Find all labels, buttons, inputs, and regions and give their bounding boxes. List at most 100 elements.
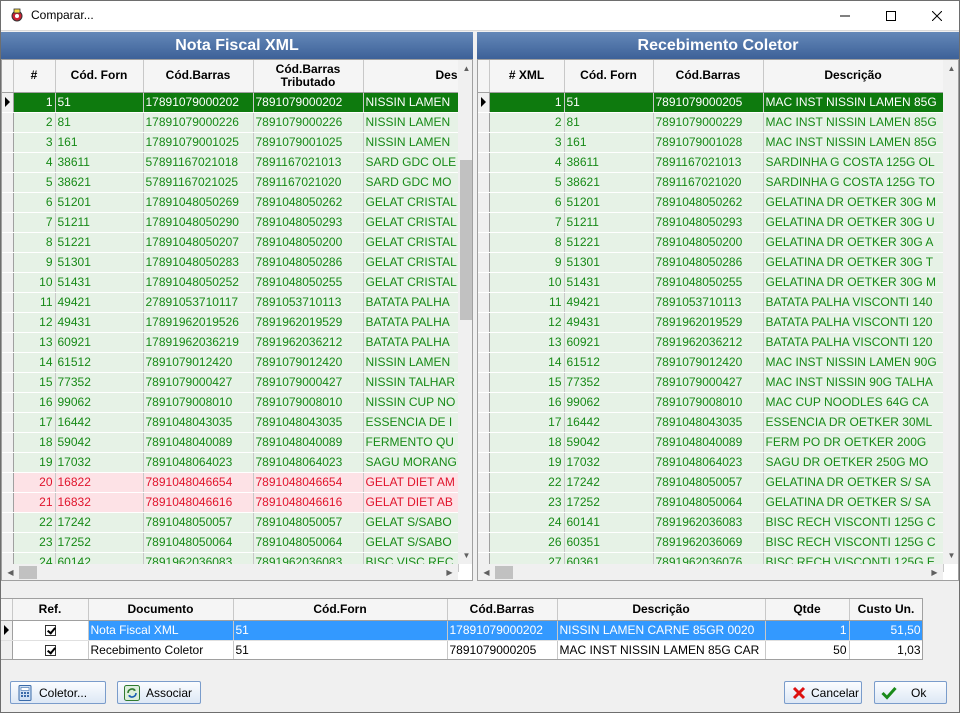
- bottom-col-documento[interactable]: Documento: [88, 599, 234, 621]
- table-row[interactable]: 3 161 17891079001025 7891079001025 NISSIN LA…: [2, 132, 459, 153]
- table-row[interactable]: 11 49421 27891053710117 7891053710113 BATATA…: [2, 292, 459, 313]
- table-row[interactable]: 18 59042 7891048040089 7891048040089 FERMENT…: [2, 432, 459, 453]
- right-horizontal-scrollbar[interactable]: ◀ ▶: [478, 564, 943, 580]
- bottom-col-ref[interactable]: Ref.: [12, 599, 89, 621]
- table-row[interactable]: Recebimento Coletor 51 7891079000205 MAC IN…: [1, 640, 922, 659]
- row-indicator[interactable]: [478, 432, 490, 453]
- scroll-up-icon[interactable]: ▲: [458, 60, 472, 77]
- table-row[interactable]: 15 77352 7891079000427 7891079000427 NISSIN …: [2, 372, 459, 393]
- table-row[interactable]: 13 60921 17891962036219 7891962036212 BATATA…: [2, 332, 459, 353]
- table-row[interactable]: 23 17252 7891048050064 7891048050064 GELAT S…: [2, 532, 459, 553]
- bottom-col-custo[interactable]: Custo Un.: [849, 599, 922, 621]
- scroll-right-icon[interactable]: ▶: [441, 564, 458, 580]
- table-row[interactable]: 19 17032 7891048064023 7891048064023 SAGU MO…: [2, 452, 459, 473]
- table-row[interactable]: 1 51 17891079000202 7891079000202 NISSIN LAM…: [2, 92, 459, 113]
- table-row[interactable]: 22 17242 7891048050057 7891048050057 GELAT S…: [2, 512, 459, 533]
- row-indicator[interactable]: [2, 452, 14, 473]
- right-grid[interactable]: # XML Cód. Forn Cód.Barras Descrição 1 51…: [477, 59, 959, 581]
- row-indicator[interactable]: [478, 232, 490, 253]
- row-indicator[interactable]: [2, 172, 14, 193]
- table-row[interactable]: 4 38611 57891167021018 7891167021013 SARD GD…: [2, 152, 459, 173]
- row-indicator[interactable]: [478, 492, 490, 513]
- row-indicator[interactable]: [2, 532, 14, 553]
- table-row[interactable]: 5 38621 57891167021025 7891167021020 SARD GD…: [2, 172, 459, 193]
- left-vertical-scrollbar[interactable]: ▲ ▼: [458, 60, 472, 564]
- table-row[interactable]: 17 16442 7891048043035 7891048043035 ESSENCI…: [2, 412, 459, 433]
- row-indicator[interactable]: [2, 232, 14, 253]
- left-col-barras-tributado[interactable]: Cód.Barras Tributado: [253, 60, 364, 93]
- row-indicator[interactable]: [2, 252, 14, 273]
- row-indicator[interactable]: [478, 512, 490, 533]
- maximize-button[interactable]: [868, 0, 914, 31]
- left-col-num[interactable]: #: [13, 60, 56, 93]
- left-col-barras[interactable]: Cód.Barras: [143, 60, 254, 93]
- left-horizontal-scrollbar[interactable]: ◀ ▶: [2, 564, 458, 580]
- right-hscroll-thumb[interactable]: [495, 566, 513, 579]
- ok-button[interactable]: Ok: [874, 681, 947, 704]
- row-indicator[interactable]: [478, 372, 490, 393]
- coletor-button[interactable]: Coletor...: [10, 681, 106, 704]
- table-row[interactable]: 19 17032 7891048064023 SAGU DR OETKER 250G …: [478, 452, 944, 473]
- row-indicator[interactable]: [478, 272, 490, 293]
- left-grid[interactable]: # Cód. Forn Cód.Barras Cód.Barras Tribut…: [1, 59, 473, 581]
- row-indicator[interactable]: [2, 492, 14, 513]
- row-indicator[interactable]: [478, 252, 490, 273]
- right-col-descricao[interactable]: Descrição: [763, 60, 944, 93]
- table-row[interactable]: 14 61512 7891079012420 7891079012420 NISSIN …: [2, 352, 459, 373]
- row-indicator[interactable]: [478, 312, 490, 333]
- row-indicator[interactable]: [2, 212, 14, 233]
- row-indicator[interactable]: [2, 472, 14, 493]
- row-indicator[interactable]: [478, 152, 490, 173]
- row-indicator[interactable]: [478, 452, 490, 473]
- bottom-col-qtde[interactable]: Qtde: [765, 599, 850, 621]
- row-indicator[interactable]: [1, 640, 13, 659]
- row-indicator[interactable]: [478, 472, 490, 493]
- row-indicator[interactable]: [478, 332, 490, 353]
- row-indicator[interactable]: [478, 392, 490, 413]
- scroll-down-icon[interactable]: ▼: [943, 547, 958, 564]
- right-col-num-xml[interactable]: # XML: [489, 60, 565, 93]
- comparison-grid[interactable]: Ref. Documento Cód.Forn Cód.Barras Descr…: [0, 598, 923, 660]
- row-indicator[interactable]: [478, 192, 490, 213]
- row-indicator[interactable]: [478, 132, 490, 153]
- row-indicator[interactable]: [1, 620, 13, 641]
- table-row[interactable]: 18 59042 7891048040089 FERM PO DR OETKER 20…: [478, 432, 944, 453]
- table-row[interactable]: 26 60351 7891962036069 BISC RECH VISCONTI 1…: [478, 532, 944, 553]
- table-row[interactable]: 24 60141 7891962036083 BISC RECH VISCONTI 1…: [478, 512, 944, 533]
- table-row[interactable]: 8 51221 7891048050200 GELATINA DR OETKER 30…: [478, 232, 944, 253]
- scroll-up-icon[interactable]: ▲: [943, 60, 958, 77]
- row-indicator[interactable]: [478, 292, 490, 313]
- table-row[interactable]: 16 99062 7891079008010 MAC CUP NOODLES 64G …: [478, 392, 944, 413]
- row-indicator[interactable]: [2, 352, 14, 373]
- left-col-forn[interactable]: Cód. Forn: [55, 60, 144, 93]
- table-row[interactable]: 7 51211 17891048050290 7891048050293 GELAT C…: [2, 212, 459, 233]
- left-vscroll-thumb[interactable]: [460, 160, 472, 320]
- right-vertical-scrollbar[interactable]: ▲ ▼: [943, 60, 958, 564]
- row-indicator[interactable]: [2, 272, 14, 293]
- table-row[interactable]: 15 77352 7891079000427 MAC INST NISSIN 90G …: [478, 372, 944, 393]
- close-button[interactable]: [914, 0, 960, 31]
- ref-checkbox[interactable]: [44, 644, 56, 656]
- left-col-descricao[interactable]: Des: [363, 60, 459, 93]
- row-indicator[interactable]: [2, 192, 14, 213]
- row-indicator[interactable]: [2, 152, 14, 173]
- scroll-right-icon[interactable]: ▶: [926, 564, 943, 580]
- row-indicator[interactable]: [2, 372, 14, 393]
- table-row[interactable]: 6 51201 7891048050262 GELATINA DR OETKER 30…: [478, 192, 944, 213]
- scroll-down-icon[interactable]: ▼: [458, 547, 472, 564]
- row-indicator[interactable]: [478, 212, 490, 233]
- table-row[interactable]: 7 51211 7891048050293 GELATINA DR OETKER 30…: [478, 212, 944, 233]
- table-row[interactable]: 9 51301 17891048050283 7891048050286 GELAT C…: [2, 252, 459, 273]
- table-row[interactable]: 11 49421 7891053710113 BATATA PALHA VISCONT…: [478, 292, 944, 313]
- row-indicator[interactable]: [478, 352, 490, 373]
- table-row[interactable]: 8 51221 17891048050207 7891048050200 GELAT C…: [2, 232, 459, 253]
- ref-checkbox-cell[interactable]: [12, 620, 89, 641]
- row-indicator[interactable]: [2, 392, 14, 413]
- table-row[interactable]: 2 81 7891079000229 MAC INST NISSIN LAMEN 85…: [478, 112, 944, 133]
- scroll-left-icon[interactable]: ◀: [2, 564, 19, 580]
- table-row[interactable]: 16 99062 7891079008010 7891079008010 NISSIN …: [2, 392, 459, 413]
- row-indicator[interactable]: [478, 412, 490, 433]
- table-row[interactable]: 23 17252 7891048050064 GELATINA DR OETKER S…: [478, 492, 944, 513]
- table-row[interactable]: 1 51 7891079000205 MAC INST NISSIN LAMEN 85…: [478, 92, 944, 113]
- left-hscroll-thumb[interactable]: [19, 566, 37, 579]
